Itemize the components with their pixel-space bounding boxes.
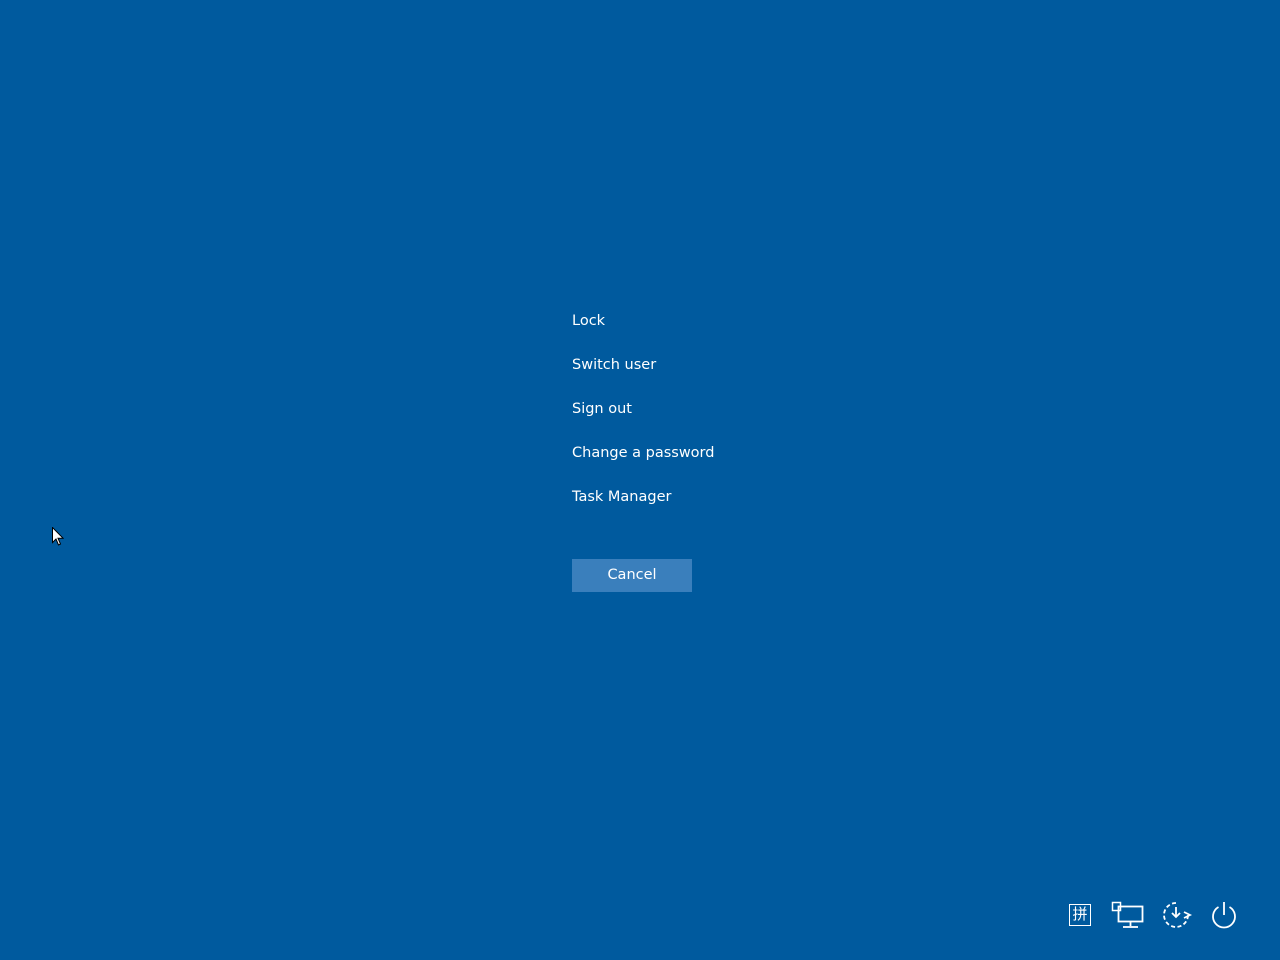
input-method-icon: 拼 [1069, 904, 1091, 926]
ease-of-access-icon [1159, 900, 1193, 930]
sign-out-option[interactable]: Sign out [572, 398, 812, 442]
input-method-button[interactable]: 拼 [1066, 898, 1094, 932]
security-options-menu: Lock Switch user Sign out Change a passw… [572, 310, 812, 530]
change-password-option[interactable]: Change a password [572, 442, 812, 486]
task-manager-option[interactable]: Task Manager [572, 486, 812, 530]
switch-user-option[interactable]: Switch user [572, 354, 812, 398]
power-icon [1209, 900, 1239, 930]
ease-of-access-button[interactable] [1158, 898, 1194, 932]
cancel-button[interactable]: Cancel [572, 559, 692, 592]
mouse-cursor-icon [52, 526, 65, 546]
network-button[interactable] [1110, 898, 1146, 932]
power-button[interactable] [1208, 898, 1240, 932]
network-icon [1111, 901, 1145, 929]
lock-option[interactable]: Lock [572, 310, 812, 354]
